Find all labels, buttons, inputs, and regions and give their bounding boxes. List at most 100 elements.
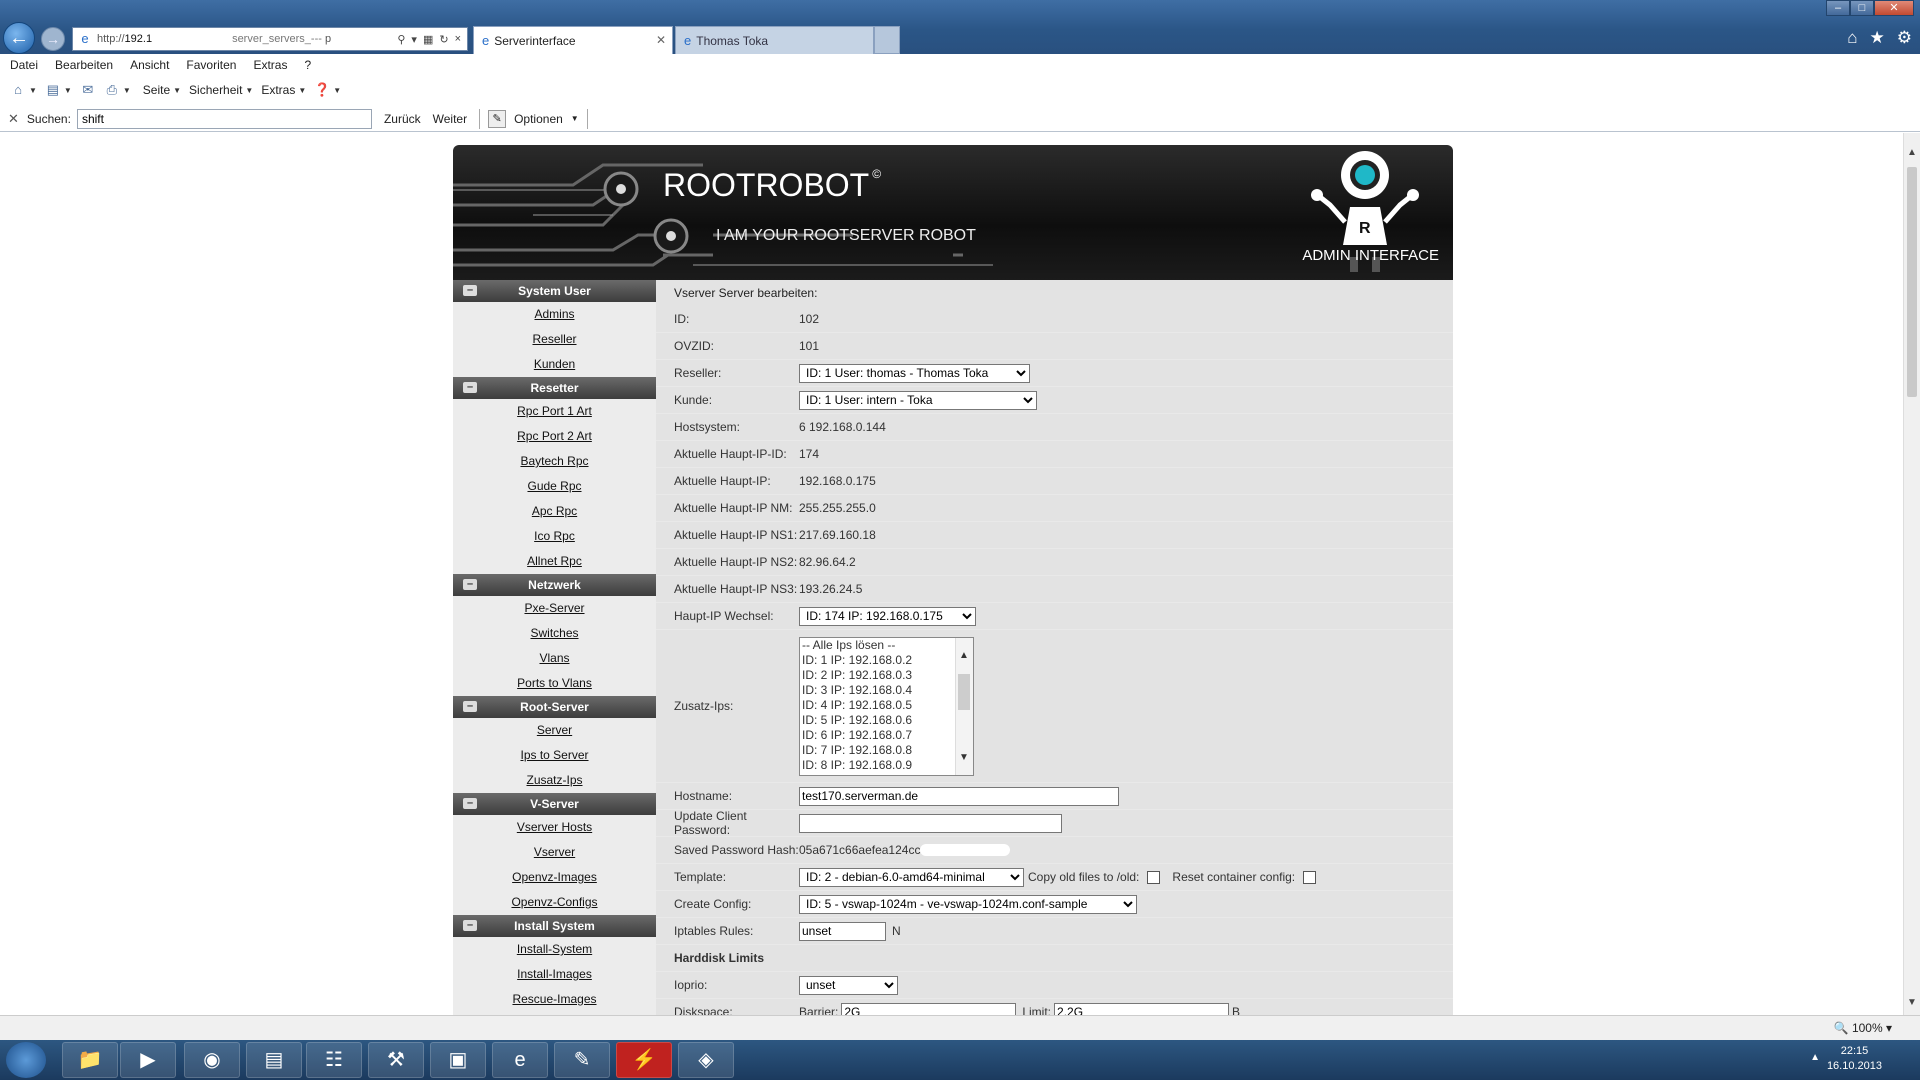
menu-extras[interactable]: Extras	[253, 58, 287, 72]
listbox-option[interactable]: ID: 5 IP: 192.168.0.6	[800, 713, 973, 728]
network-app-taskbar-icon[interactable]: ☷	[306, 1042, 362, 1078]
sidebar-link[interactable]: Openvz-Configs	[453, 890, 656, 915]
minimize-button[interactable]: –	[1826, 0, 1850, 16]
sidebar-link[interactable]: Rpc Port 1 Art	[453, 399, 656, 424]
stop-icon[interactable]: ×	[455, 33, 461, 46]
close-window-button[interactable]: ✕	[1874, 0, 1914, 16]
search-icon[interactable]: ⚲	[397, 33, 405, 46]
tab-serverinterface[interactable]: e Serverinterface ✕	[473, 26, 673, 54]
sidebar-link[interactable]: Apc Rpc	[453, 499, 656, 524]
listbox-option[interactable]: -- Alle Ips lösen --	[800, 638, 973, 653]
dropdown-icon[interactable]: ▾	[411, 33, 417, 46]
media-player-taskbar-icon[interactable]: ▶	[120, 1042, 176, 1078]
page-scrollbar[interactable]: ▲ ▼	[1903, 133, 1920, 1015]
tray-expand-icon[interactable]: ▲	[1810, 1052, 1820, 1063]
hostname-input[interactable]	[799, 786, 1119, 806]
sidebar-link[interactable]: Vlans	[453, 646, 656, 671]
listbox-option[interactable]: ID: 2 IP: 192.168.0.3	[800, 668, 973, 683]
address-text[interactable]: http://192.1 server_servers_--- p	[97, 33, 397, 45]
template-select[interactable]: ID: 2 - debian-6.0-amd64-minimal	[799, 867, 1024, 887]
notepad-taskbar-icon[interactable]: ✎	[554, 1042, 610, 1078]
sidebar-link[interactable]: Pxe-Server	[453, 596, 656, 621]
sidebar-link[interactable]: Vserver	[453, 840, 656, 865]
tab-thomas-toka[interactable]: e Thomas Toka	[675, 26, 874, 54]
system-clock[interactable]: 22:15 16.10.2013	[1827, 1044, 1882, 1074]
firefox-taskbar-icon[interactable]: ◉	[184, 1042, 240, 1078]
haupt-ip-wechsel-select[interactable]: ID: 174 IP: 192.168.0.175	[799, 606, 976, 626]
find-back-button[interactable]: Zurück	[384, 112, 421, 126]
menu-datei[interactable]: Datei	[10, 58, 38, 72]
sidebar-link[interactable]: Ports to Vlans	[453, 671, 656, 696]
chevron-down-icon[interactable]: ▼	[173, 86, 181, 95]
limit-input[interactable]	[1054, 1002, 1230, 1015]
menu-bearbeiten[interactable]: Bearbeiten	[55, 58, 113, 72]
sidebar-link[interactable]: Install-Images	[453, 962, 656, 987]
sidebar-link[interactable]: Zusatz-Ips	[453, 768, 656, 793]
remote-desktop-taskbar-icon[interactable]: ▣	[430, 1042, 486, 1078]
find-next-button[interactable]: Weiter	[433, 112, 467, 126]
close-find-icon[interactable]: ✕	[8, 111, 19, 127]
sidebar-link[interactable]: Reseller	[453, 327, 656, 352]
sidebar-link[interactable]: Switches	[453, 621, 656, 646]
barrier-input[interactable]	[841, 1002, 1017, 1015]
scroll-thumb[interactable]	[958, 673, 970, 710]
home-icon[interactable]: ⌂	[1847, 28, 1857, 48]
reset-config-checkbox[interactable]	[1303, 870, 1317, 884]
maximize-button[interactable]: □	[1850, 0, 1874, 16]
sidebar-link[interactable]: Ips to Server	[453, 743, 656, 768]
collapse-icon[interactable]: –	[463, 579, 477, 590]
sidebar-link[interactable]: Allnet Rpc	[453, 549, 656, 574]
listbox-option[interactable]: ID: 1 IP: 192.168.0.2	[800, 653, 973, 668]
sidebar-link[interactable]: Baytech Rpc	[453, 449, 656, 474]
copy-old-checkbox[interactable]	[1147, 870, 1161, 884]
sidebar-link[interactable]: Gude Rpc	[453, 474, 656, 499]
help-icon[interactable]: ❓	[314, 82, 330, 98]
sidebar-link[interactable]: Kunden	[453, 352, 656, 377]
compat-icon[interactable]: ▦	[423, 33, 433, 46]
menu-ansicht[interactable]: Ansicht	[130, 58, 169, 72]
create-config-select[interactable]: ID: 5 - vswap-1024m - ve-vswap-1024m.con…	[799, 894, 1137, 914]
paint-taskbar-icon[interactable]: ◈	[678, 1042, 734, 1078]
menu-help[interactable]: ?	[304, 58, 311, 72]
sidebar-link[interactable]: Ico Rpc	[453, 524, 656, 549]
mail-icon[interactable]: ✉	[80, 82, 96, 98]
chevron-down-icon[interactable]: ▼	[1904, 995, 1920, 1011]
listbox-option[interactable]: ID: 4 IP: 192.168.0.5	[800, 698, 973, 713]
close-tab-icon[interactable]: ✕	[656, 33, 666, 47]
seite-menu[interactable]: Seite	[143, 83, 170, 97]
find-input[interactable]	[76, 108, 372, 129]
address-bar[interactable]: e http://192.1 server_servers_--- p ⚲ ▾ ▦…	[72, 27, 468, 51]
sidebar-link[interactable]: Openvz-Images	[453, 865, 656, 890]
listbox-option[interactable]: ID: 3 IP: 192.168.0.4	[800, 683, 973, 698]
tools-taskbar-icon[interactable]: ⚒	[368, 1042, 424, 1078]
find-options-button[interactable]: ✎ Optionen ▼	[479, 108, 588, 129]
sicherheit-menu[interactable]: Sicherheit	[189, 83, 242, 97]
collapse-icon[interactable]: –	[463, 285, 477, 296]
sidebar-link[interactable]: Install-System	[453, 937, 656, 962]
sidebar-link[interactable]: Rescue-Images	[453, 987, 656, 1012]
sidebar-link[interactable]: Admins	[453, 302, 656, 327]
chevron-down-icon[interactable]: ▼	[298, 86, 306, 95]
favorites-star-icon[interactable]: ★	[1870, 28, 1885, 48]
collapse-icon[interactable]: –	[463, 798, 477, 809]
update-password-input[interactable]	[799, 813, 1062, 833]
refresh-icon[interactable]: ↻	[439, 33, 448, 46]
chevron-down-icon[interactable]: ▼	[64, 86, 72, 95]
kunde-select[interactable]: ID: 1 User: intern - Toka	[799, 390, 1037, 410]
listbox-option[interactable]: ID: 7 IP: 192.168.0.8	[800, 743, 973, 758]
chevron-down-icon[interactable]: ▼	[333, 86, 341, 95]
chart-app-taskbar-icon[interactable]: ▤	[246, 1042, 302, 1078]
collapse-icon[interactable]: –	[463, 382, 477, 393]
listbox-scrollbar[interactable]: ▲ ▼	[955, 637, 973, 775]
chevron-down-icon[interactable]: ▼	[123, 86, 131, 95]
sidebar-link[interactable]: Server	[453, 718, 656, 743]
collapse-icon[interactable]: –	[463, 920, 477, 931]
ioprio-select[interactable]: unset	[799, 975, 898, 995]
chevron-down-icon[interactable]: ▼	[959, 752, 969, 763]
home-icon[interactable]: ⌂	[10, 82, 26, 98]
listbox-option[interactable]: ID: 8 IP: 192.168.0.9	[800, 758, 973, 773]
chevron-down-icon[interactable]: ▼	[29, 86, 37, 95]
explorer-taskbar-icon[interactable]: 📁	[62, 1042, 118, 1078]
collapse-icon[interactable]: –	[463, 701, 477, 712]
listbox-option[interactable]: ID: 6 IP: 192.168.0.7	[800, 728, 973, 743]
